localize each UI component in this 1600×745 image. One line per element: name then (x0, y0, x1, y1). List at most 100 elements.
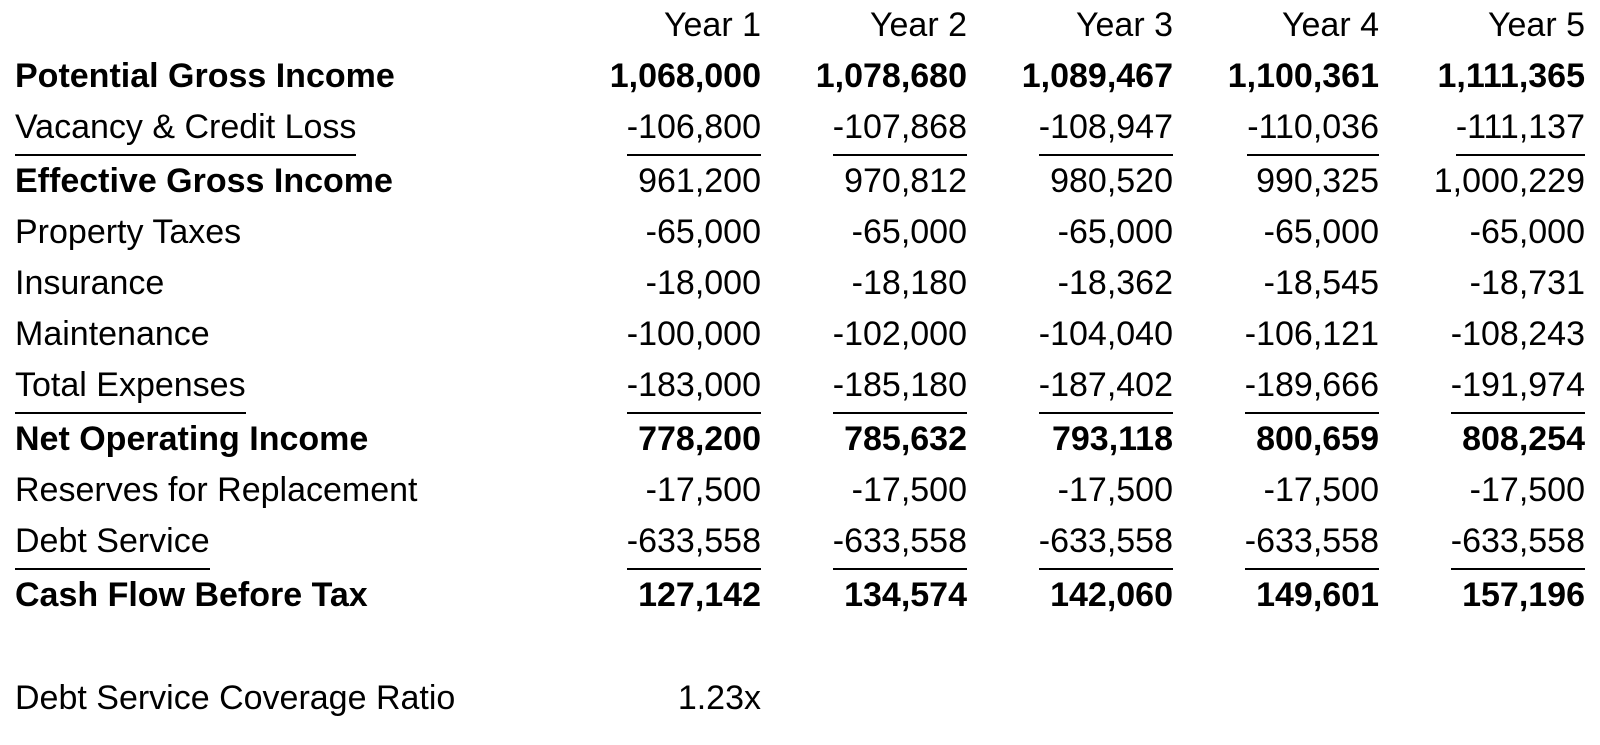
value-cell-year-1: 127,142 (555, 570, 761, 621)
value-text: 1,078,680 (815, 57, 967, 95)
value-cell-year-5 (1379, 621, 1585, 673)
value-cell-year-3: -65,000 (967, 207, 1173, 258)
value-text: -17,500 (1263, 471, 1379, 509)
row-label-text: Debt Service (15, 516, 210, 570)
value-cell-year-4: -189,666 (1173, 360, 1379, 414)
column-header-year-1: Year 1 (555, 0, 761, 51)
column-header-year-3: Year 3 (967, 0, 1173, 51)
value-text: -17,500 (1057, 471, 1173, 509)
value-cell-year-1: 961,200 (555, 156, 761, 207)
value-text: 990,325 (1256, 162, 1379, 200)
value-text: -108,243 (1450, 315, 1585, 353)
value-cell-year-1: 1,068,000 (555, 51, 761, 102)
value-text: -633,558 (1038, 516, 1173, 570)
value-cell-year-5 (1379, 673, 1585, 724)
value-cell-year-3: 142,060 (967, 570, 1173, 621)
value-text: -18,362 (1057, 264, 1173, 302)
table-row: Insurance -18,000 -18,180 -18,362 -18,545 -18… (15, 258, 1585, 309)
value-text: -65,000 (645, 213, 761, 251)
value-cell-year-1: -106,800 (555, 102, 761, 156)
row-label-text: Cash Flow Before Tax (15, 576, 368, 614)
value-cell-year-4: 149,601 (1173, 570, 1379, 621)
row-label-text: Maintenance (15, 315, 210, 353)
value-text: -65,000 (1469, 213, 1585, 251)
row-label: Maintenance (15, 309, 555, 360)
value-cell-year-5: -17,500 (1379, 465, 1585, 516)
value-cell-year-3: -633,558 (967, 516, 1173, 570)
value-text: -104,040 (1038, 315, 1173, 353)
value-cell-year-1 (555, 621, 761, 673)
row-label-text: Net Operating Income (15, 420, 369, 458)
value-text: -110,036 (1247, 102, 1379, 156)
table-row: Maintenance -100,000 -102,000 -104,040 -106,… (15, 309, 1585, 360)
value-cell-year-4: -65,000 (1173, 207, 1379, 258)
value-cell-year-5: 808,254 (1379, 414, 1585, 465)
value-text: -17,500 (851, 471, 967, 509)
value-text: -106,121 (1244, 315, 1379, 353)
value-text: -65,000 (1057, 213, 1173, 251)
value-cell-year-1: -183,000 (555, 360, 761, 414)
value-text: -191,974 (1450, 360, 1585, 414)
header-row: Year 1 Year 2 Year 3 Year 4 Year 5 (15, 0, 1585, 51)
value-text: 1,111,365 (1437, 57, 1585, 95)
value-cell-year-1: -100,000 (555, 309, 761, 360)
value-text: -65,000 (851, 213, 967, 251)
value-cell-year-3: -108,947 (967, 102, 1173, 156)
value-cell-year-1: -65,000 (555, 207, 761, 258)
value-text: -183,000 (626, 360, 761, 414)
value-text: -185,180 (832, 360, 967, 414)
table-row: Potential Gross Income 1,068,000 1,078,680… (15, 51, 1585, 102)
value-text: 778,200 (638, 420, 761, 458)
value-text: -102,000 (832, 315, 967, 353)
value-cell-year-2: -102,000 (761, 309, 967, 360)
label-column-header (15, 0, 555, 51)
value-text: -18,545 (1263, 264, 1379, 302)
value-text: 793,118 (1051, 420, 1173, 458)
value-cell-year-5: 1,111,365 (1379, 51, 1585, 102)
column-header-year-2: Year 2 (761, 0, 967, 51)
value-cell-year-2: -18,180 (761, 258, 967, 309)
value-cell-year-2: -17,500 (761, 465, 967, 516)
value-text: 157,196 (1462, 576, 1585, 614)
proforma-sheet: Year 1 Year 2 Year 3 Year 4 Year 5 Poten… (0, 0, 1600, 745)
row-label-text: Debt Service Coverage Ratio (15, 679, 456, 717)
value-cell-year-5: -111,137 (1379, 102, 1585, 156)
table-row: Net Operating Income 778,200 785,632 793,11… (15, 414, 1585, 465)
value-cell-year-1: -18,000 (555, 258, 761, 309)
value-text: 785,632 (844, 420, 967, 458)
row-label-text: Total Expenses (15, 360, 246, 414)
value-cell-year-3: 980,520 (967, 156, 1173, 207)
value-text: 134,574 (844, 576, 967, 614)
table-row: Vacancy & Credit Loss -106,800 -107,868 -10… (15, 102, 1585, 156)
row-label: Debt Service (15, 516, 555, 570)
table-row: Property Taxes -65,000 -65,000 -65,000 -65,0… (15, 207, 1585, 258)
value-cell-year-5: 1,000,229 (1379, 156, 1585, 207)
value-cell-year-1: -17,500 (555, 465, 761, 516)
row-label-text: Reserves for Replacement (15, 471, 418, 509)
value-cell-year-5: -191,974 (1379, 360, 1585, 414)
value-text: 808,254 (1462, 420, 1585, 458)
value-text: -106,800 (626, 102, 761, 156)
value-cell-year-2: -107,868 (761, 102, 967, 156)
value-text: -633,558 (1450, 516, 1585, 570)
row-label-text: Property Taxes (15, 213, 242, 251)
value-cell-year-2 (761, 621, 967, 673)
column-header-year-5: Year 5 (1379, 0, 1585, 51)
value-text: 142,060 (1050, 576, 1173, 614)
row-label: Debt Service Coverage Ratio (15, 673, 555, 724)
column-header-year-4-text: Year 4 (1281, 6, 1379, 44)
value-text: -633,558 (626, 516, 761, 570)
value-cell-year-2: -185,180 (761, 360, 967, 414)
value-text: -107,868 (832, 102, 967, 156)
value-cell-year-4: -18,545 (1173, 258, 1379, 309)
value-cell-year-2 (761, 673, 967, 724)
value-cell-year-4 (1173, 621, 1379, 673)
value-text: 800,659 (1256, 420, 1379, 458)
value-cell-year-4: 990,325 (1173, 156, 1379, 207)
value-cell-year-3: -187,402 (967, 360, 1173, 414)
row-label: Total Expenses (15, 360, 555, 414)
value-cell-year-5: -633,558 (1379, 516, 1585, 570)
value-text: -18,000 (645, 264, 761, 302)
value-cell-year-2: -65,000 (761, 207, 967, 258)
value-cell-year-4: 1,100,361 (1173, 51, 1379, 102)
